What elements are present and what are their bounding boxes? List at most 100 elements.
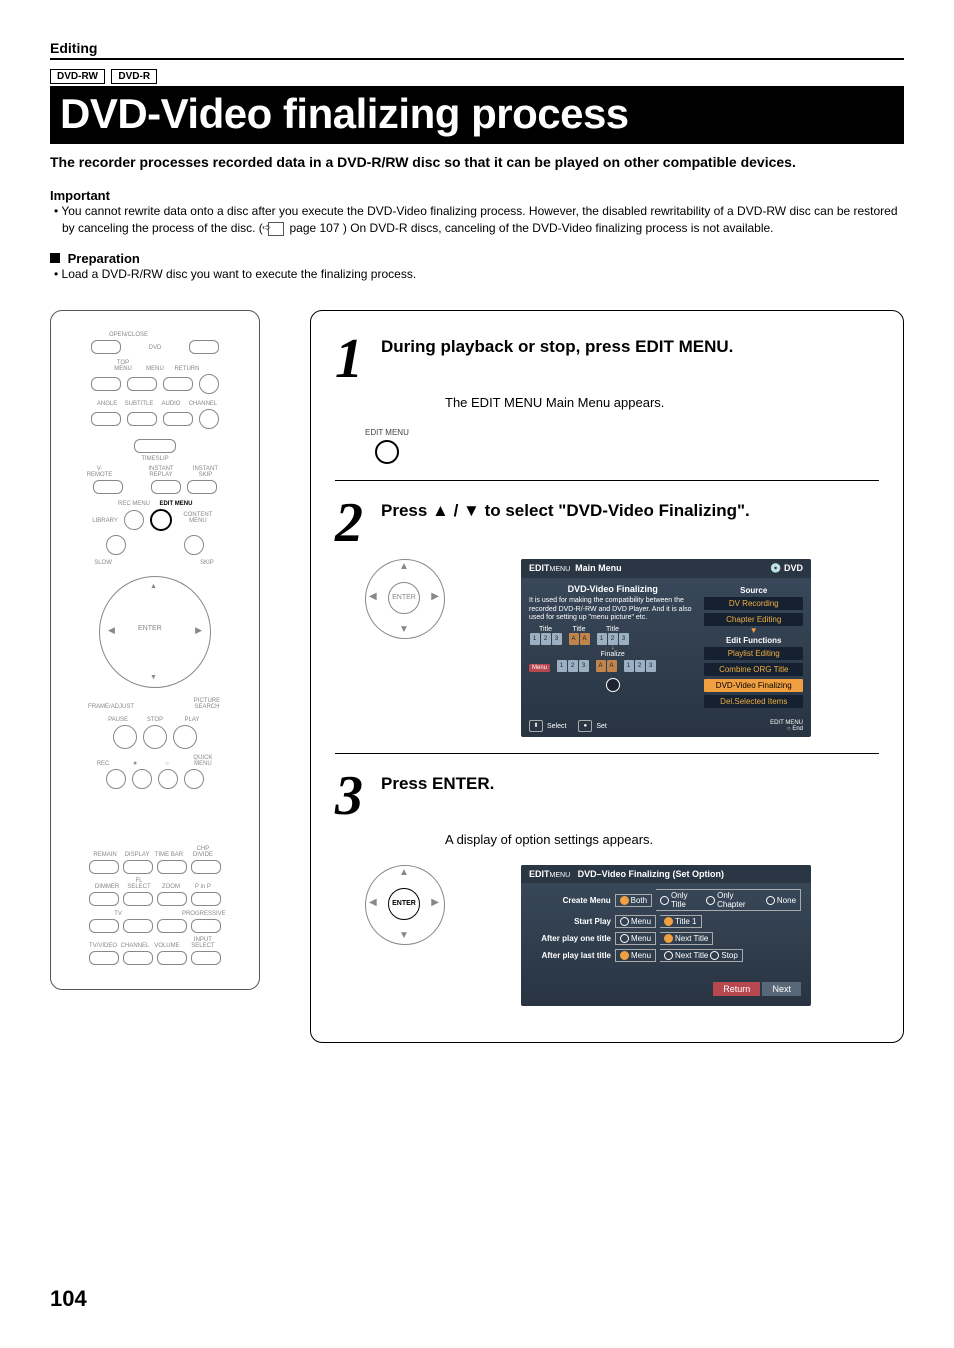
radio-icon: [766, 896, 775, 905]
remote-button: [123, 860, 153, 874]
remote-button: [124, 510, 144, 530]
remote-button: [93, 480, 123, 494]
option-box: Next Title Stop: [660, 949, 743, 962]
arrow-down-icon: ↓: [529, 645, 696, 650]
option-box: Menu: [615, 915, 656, 928]
option-box: Menu: [615, 932, 656, 945]
remote-button: [143, 725, 167, 749]
option-box: Menu: [615, 949, 656, 962]
remote-button: [173, 725, 197, 749]
left-icon: ◀: [369, 591, 377, 602]
option-value: Next Title: [675, 934, 708, 943]
step-2-graphic: ENTER ▲ ▼ ◀ ▶ EDITMENU Main Menu 💿 DVD: [365, 559, 879, 737]
finalize-label: Finalize: [529, 651, 696, 658]
editmenu-button-graphic: EDIT MENU: [365, 428, 409, 464]
step-3-body: A display of option settings appears.: [445, 832, 879, 847]
disc-tag-rw: DVD-RW: [50, 69, 105, 84]
remote-button: [157, 951, 187, 965]
step-number: 3: [335, 768, 369, 824]
section-heading: Editing: [50, 40, 904, 56]
step-title: Press ▲ / ▼ to select "DVD-Video Finaliz…: [381, 495, 750, 551]
disc-icon: [606, 678, 620, 692]
step-3: 3 Press ENTER.: [335, 768, 879, 824]
page-ref-icon: [268, 222, 284, 236]
disc-tags: DVD-RW DVD-R: [50, 66, 904, 84]
brand-prefix: EDIT: [529, 869, 550, 879]
option-label: Start Play: [531, 917, 611, 926]
square-icon: [50, 253, 60, 263]
arrow-down-icon: ▼: [704, 629, 803, 634]
remote-label: INPUT SELECT: [184, 937, 222, 949]
option-value: Only Chapter: [717, 891, 764, 909]
important-text-post: ) On DVD-R discs, canceling of the DVD-V…: [343, 221, 774, 235]
remote-button: [106, 769, 126, 789]
step-1: 1 During playback or stop, press EDIT ME…: [335, 331, 879, 387]
radio-icon: [710, 951, 719, 960]
remote-button: [91, 340, 121, 354]
remote-button: [132, 769, 152, 789]
option-value: Stop: [721, 951, 737, 960]
remote-row: OPEN/CLOSE: [61, 331, 249, 338]
page-number: 104: [50, 1286, 87, 1312]
menu-item: Playlist Editing: [704, 647, 803, 660]
remote-button: [151, 480, 181, 494]
option-value: None: [777, 896, 796, 905]
dvd-badge: 💿 DVD: [770, 563, 803, 574]
radio-icon: [620, 917, 629, 926]
option-box: Next Title: [660, 932, 713, 945]
option-value: Title 1: [675, 917, 697, 926]
remote-button: [163, 412, 193, 426]
option-value: Next Title: [675, 951, 708, 960]
foot-select: Select: [547, 723, 566, 730]
important-heading: Important: [50, 188, 904, 203]
remote-label: CHP DIVIDE: [186, 846, 220, 858]
foot-end: End: [792, 726, 803, 732]
radio-icon: [706, 896, 715, 905]
columns: OPEN/CLOSE DVD TOP MENU MENU RETURN: [50, 310, 904, 1043]
important-page-ref: page 107: [289, 221, 339, 235]
screen-right: Source DV Recording Chapter Editing ▼ Ed…: [704, 584, 803, 711]
brand-suffix: MENU: [550, 872, 571, 879]
remote-label: V-REMOTE: [85, 466, 115, 478]
radio-icon: [664, 951, 673, 960]
remote-button: [127, 377, 157, 391]
remote-button: [113, 725, 137, 749]
option-value: Only Title: [671, 891, 704, 909]
screen-left-title: DVD-Video Finalizing: [529, 584, 696, 594]
step-number: 1: [335, 331, 369, 387]
option-body: Create MenuBothOnly Title Only Chapter N…: [521, 883, 811, 1006]
radio-icon: [664, 934, 673, 943]
step-title: Press ENTER.: [381, 768, 494, 824]
remote-dpad: ENTER ▲ ▼ ◀ ▶: [99, 576, 211, 688]
remote-button: [187, 480, 217, 494]
thumb-title: Title: [568, 626, 590, 633]
option-row: After play last title Menu Next Title Stop: [531, 949, 801, 962]
remote-label: SKIP: [192, 560, 222, 566]
preparation-label: Preparation: [68, 251, 140, 266]
screen-footer: ⬍Select ●Set EDIT MENU ○ End: [521, 717, 811, 737]
remote-button-timeslip: [134, 439, 176, 453]
remote-button: [191, 951, 221, 965]
remote-button: [199, 409, 219, 429]
remote-button: [91, 412, 121, 426]
option-label: After play last title: [531, 951, 611, 960]
remote-label: QUICK MENU: [184, 755, 222, 767]
remote-column: OPEN/CLOSE DVD TOP MENU MENU RETURN: [50, 310, 280, 1043]
option-box: Both: [615, 894, 652, 907]
thumb-title: Title: [596, 626, 629, 633]
remote-button: [127, 412, 157, 426]
option-row: Start Play Menu Title 1: [531, 915, 801, 928]
step-1-graphic: EDIT MENU: [365, 428, 879, 464]
divider: [335, 480, 879, 481]
page: Editing DVD-RW DVD-R DVD-Video finalizin…: [0, 0, 954, 1348]
menu-tag: Menu: [529, 664, 550, 672]
remote-label: TOP MENU: [108, 360, 138, 372]
menu-item: Chapter Editing: [704, 613, 803, 626]
remote-label: CONTENT MENU: [176, 512, 220, 524]
option-header: EDITMENU DVD–Video Finalizing (Set Optio…: [521, 865, 811, 883]
intro-text: The recorder processes recorded data in …: [50, 154, 904, 170]
dpad-graphic: ENTER ▲ ▼ ◀ ▶: [365, 559, 443, 637]
steps-panel: 1 During playback or stop, press EDIT ME…: [310, 310, 904, 1043]
remote-label: FRAME/ADJUST: [88, 704, 118, 710]
remote-label: INSTANT SKIP: [185, 466, 225, 478]
